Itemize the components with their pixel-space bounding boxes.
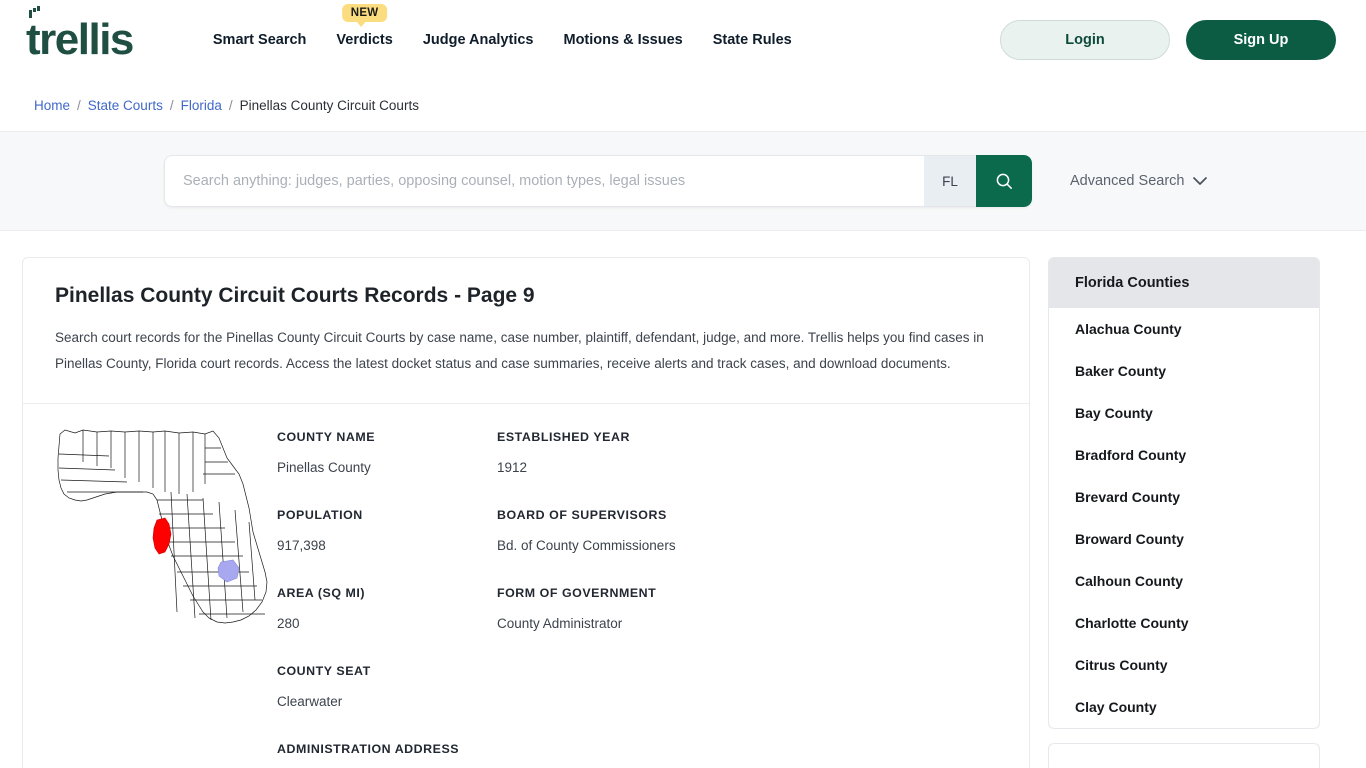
sidebar-item-baker-county[interactable]: Baker County [1049, 350, 1319, 392]
florida-county-map [57, 429, 268, 624]
field-value-form-of-government: County Administrator [497, 616, 623, 631]
nav-label: Judge Analytics [422, 32, 534, 48]
field-label-population: POPULATION [277, 508, 363, 522]
login-button[interactable]: Login [1000, 20, 1170, 60]
field-label-form-of-government: FORM OF GOVERNMENT [497, 586, 657, 600]
sidebar: Florida Counties Alachua County Baker Co… [1048, 257, 1320, 768]
search-button[interactable] [976, 155, 1032, 207]
field-label-board-of-supervisors: BOARD OF SUPERVISORS [497, 508, 667, 522]
breadcrumb-separator: / [77, 98, 81, 113]
field-label-established-year: ESTABLISHED YEAR [497, 430, 630, 444]
field-value-county-seat: Clearwater [277, 694, 343, 709]
nav-label: State Rules [712, 32, 792, 48]
field-label-county-name: COUNTY NAME [277, 430, 376, 444]
field-label-county-seat: COUNTY SEAT [277, 664, 371, 678]
login-label: Login [1065, 32, 1105, 48]
sidebar-secondary-card [1048, 743, 1320, 768]
field-value-population: 917,398 [277, 538, 326, 553]
nav-label: Smart Search [212, 32, 307, 48]
card-header: Pinellas County Circuit Courts Records -… [23, 258, 1029, 403]
chevron-down-icon [1193, 176, 1208, 185]
map-column [23, 422, 277, 768]
page-title: Pinellas County Circuit Courts Records -… [55, 284, 535, 307]
state-code-label: FL [942, 173, 958, 189]
florida-counties-card: Florida Counties Alachua County Baker Co… [1048, 257, 1320, 729]
trellis-logo[interactable]: trellis [26, 6, 134, 64]
search-icon [996, 173, 1012, 189]
field-value-established-year: 1912 [497, 460, 528, 475]
sidebar-item-alachua-county[interactable]: Alachua County [1049, 308, 1319, 350]
signup-label: Sign Up [1233, 32, 1289, 48]
field-value-board-of-supervisors: Bd. of County Commissioners [497, 538, 676, 553]
breadcrumb-item-florida[interactable]: Florida [181, 98, 222, 113]
page-body: Pinellas County Circuit Courts Records -… [0, 231, 1366, 768]
pinellas-county-highlight [152, 517, 172, 555]
sidebar-item-broward-county[interactable]: Broward County [1049, 518, 1319, 560]
nav-item-smart-search[interactable]: Smart Search [213, 32, 307, 48]
field-label-admin-address: ADMINISTRATION ADDRESS [277, 742, 460, 756]
field-value-county-name: Pinellas County [277, 460, 371, 475]
sidebar-item-calhoun-county[interactable]: Calhoun County [1049, 560, 1319, 602]
sidebar-heading: Florida Counties [1049, 258, 1319, 308]
nav-item-verdicts[interactable]: NEW Verdicts [336, 4, 393, 48]
sidebar-item-brevard-county[interactable]: Brevard County [1049, 476, 1319, 518]
field-label-area: AREA (SQ MI) [277, 586, 366, 600]
new-badge: NEW [341, 4, 388, 27]
breadcrumb-separator: / [169, 98, 174, 113]
nav-label: Verdicts [336, 32, 393, 48]
breadcrumb-item-state-courts[interactable]: State Courts [88, 98, 163, 113]
county-fields-left: COUNTY NAME Pinellas County POPULATION 9… [277, 422, 497, 768]
nav-item-judge-analytics[interactable]: Judge Analytics [423, 32, 534, 48]
main-nav: Smart Search NEW Verdicts Judge Analytic… [213, 4, 792, 48]
site-header: trellis Smart Search NEW Verdicts Judge … [0, 0, 1366, 80]
sidebar-item-bay-county[interactable]: Bay County [1049, 392, 1319, 434]
nav-label: Motions & Issues [563, 32, 683, 48]
signup-button[interactable]: Sign Up [1186, 20, 1336, 60]
sidebar-item-charlotte-county[interactable]: Charlotte County [1049, 602, 1319, 644]
breadcrumb-item-current: Pinellas County Circuit Courts [239, 98, 419, 113]
county-detail-row: COUNTY NAME Pinellas County POPULATION 9… [23, 404, 1029, 768]
logo-text: trellis [26, 15, 134, 64]
breadcrumb: Home / State Courts / Florida / Pinellas… [0, 80, 1366, 131]
state-selector[interactable]: FL [924, 155, 976, 207]
sidebar-item-bradford-county[interactable]: Bradford County [1049, 434, 1319, 476]
search-band: FL Advanced Search [0, 131, 1366, 231]
sidebar-item-clay-county[interactable]: Clay County [1049, 686, 1319, 728]
sidebar-item-citrus-county[interactable]: Citrus County [1049, 644, 1319, 686]
county-records-card: Pinellas County Circuit Courts Records -… [22, 257, 1030, 768]
nav-item-state-rules[interactable]: State Rules [713, 32, 792, 48]
field-value-area: 280 [277, 616, 300, 631]
county-fields-right: ESTABLISHED YEAR 1912 BOARD OF SUPERVISO… [497, 422, 676, 768]
header-actions: Login Sign Up [1000, 20, 1336, 60]
nav-item-motions-issues[interactable]: Motions & Issues [563, 32, 682, 48]
breadcrumb-separator: / [228, 98, 233, 113]
search-bar: FL [164, 155, 1032, 207]
advanced-search-label: Advanced Search [1070, 173, 1185, 189]
advanced-search-toggle[interactable]: Advanced Search [1070, 173, 1208, 189]
trellis-logo-mark [29, 6, 40, 18]
search-input[interactable] [164, 155, 924, 207]
breadcrumb-item-home[interactable]: Home [34, 98, 70, 113]
page-description: Search court records for the Pinellas Co… [55, 330, 984, 371]
